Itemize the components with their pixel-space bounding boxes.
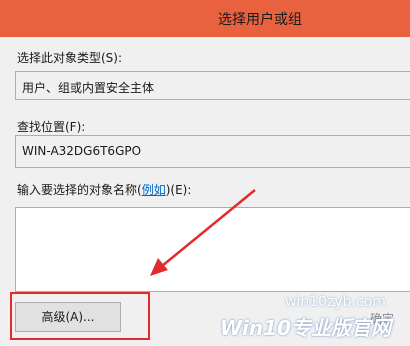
- arrow-head: [150, 258, 168, 276]
- annotation-arrow-icon: [150, 189, 256, 276]
- arrow-shaft: [161, 189, 256, 267]
